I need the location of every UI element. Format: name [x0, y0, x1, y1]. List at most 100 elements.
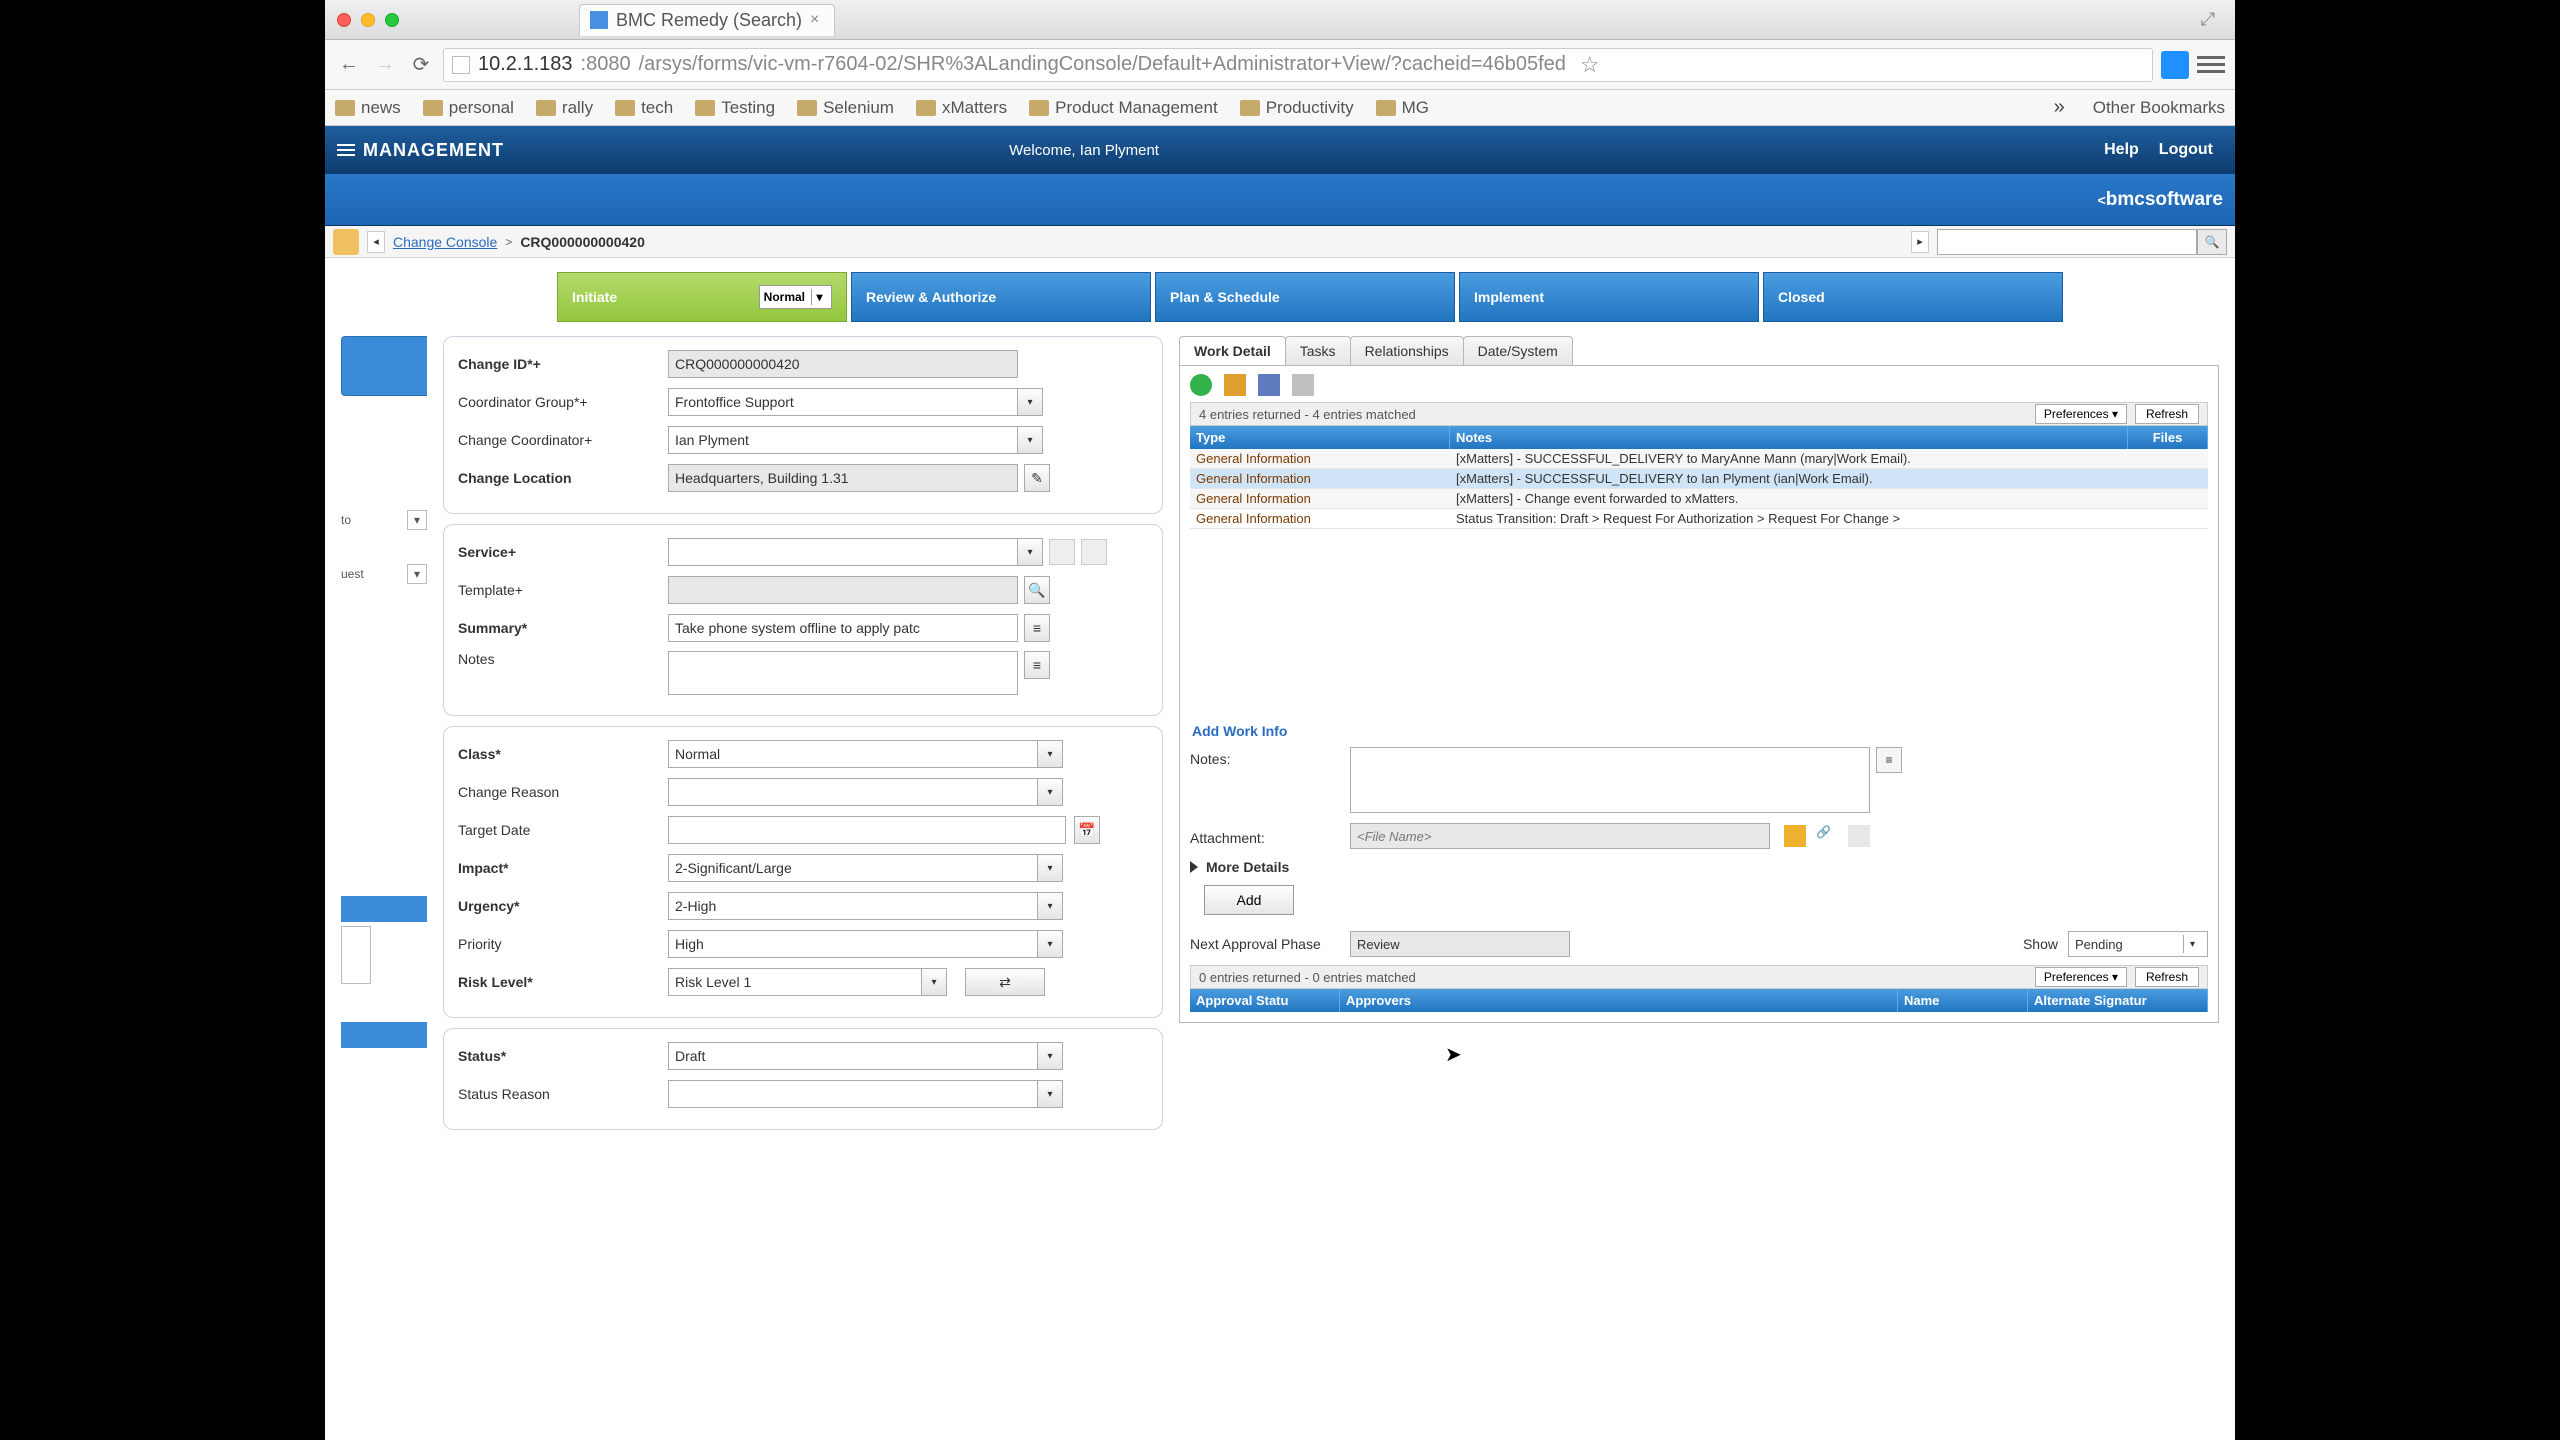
bookmark-item[interactable]: news: [335, 98, 401, 118]
col-approval-status[interactable]: Approval Statu: [1190, 989, 1340, 1012]
preferences-button[interactable]: Preferences ▾: [2035, 404, 2127, 424]
col-alternate-signature[interactable]: Alternate Signatur: [2028, 989, 2208, 1012]
class-select[interactable]: Normal: [668, 740, 1038, 768]
stage-initiate[interactable]: Initiate Normal▾: [557, 272, 847, 322]
browser-tab[interactable]: BMC Remedy (Search) ×: [579, 4, 835, 36]
stage-closed[interactable]: Closed: [1763, 272, 2063, 322]
bookmark-item[interactable]: Productivity: [1240, 98, 1354, 118]
tab-date-system[interactable]: Date/System: [1463, 336, 1573, 365]
preferences-button[interactable]: Preferences ▾: [2035, 967, 2127, 987]
urgency-select[interactable]: 2-High: [668, 892, 1038, 920]
dropdown-button[interactable]: ▾: [1037, 778, 1063, 806]
edit-location-button[interactable]: ✎: [1024, 464, 1050, 492]
dropdown-button[interactable]: ▾: [1017, 426, 1043, 454]
refresh-button[interactable]: Refresh: [2135, 967, 2199, 987]
calendar-button[interactable]: 📅: [1074, 816, 1100, 844]
bookmark-item[interactable]: Testing: [695, 98, 775, 118]
add-icon[interactable]: [1190, 374, 1212, 396]
tab-work-detail[interactable]: Work Detail: [1179, 336, 1286, 365]
leftnav-item[interactable]: [341, 896, 427, 922]
window-expand-icon[interactable]: ⤢: [2201, 9, 2215, 30]
reload-button[interactable]: ⟳: [407, 51, 435, 79]
search-button[interactable]: 🔍: [2197, 229, 2227, 255]
app-menu-icon[interactable]: [337, 144, 355, 156]
notes-field[interactable]: [668, 651, 1018, 695]
breadcrumb-back-button[interactable]: ◂: [367, 231, 385, 253]
window-minimize-button[interactable]: [361, 13, 375, 27]
change-reason-select[interactable]: [668, 778, 1038, 806]
risk-level-select[interactable]: Risk Level 1: [668, 968, 922, 996]
coordinator-group-field[interactable]: Frontoffice Support: [668, 388, 1018, 416]
bookmark-item[interactable]: rally: [536, 98, 593, 118]
status-select[interactable]: Draft: [668, 1042, 1038, 1070]
leftnav-dropdown[interactable]: uest▾: [341, 564, 427, 584]
leftnav-item[interactable]: [341, 336, 427, 396]
browse-file-icon[interactable]: [1784, 825, 1806, 847]
stage-review-authorize[interactable]: Review & Authorize: [851, 272, 1151, 322]
more-details-toggle[interactable]: More Details: [1190, 859, 2208, 875]
bookmark-item[interactable]: personal: [423, 98, 514, 118]
table-row[interactable]: General Information[xMatters] - Change e…: [1190, 489, 2208, 509]
table-row[interactable]: General InformationStatus Transition: Dr…: [1190, 509, 2208, 529]
summary-field[interactable]: Take phone system offline to apply patc: [668, 614, 1018, 642]
help-link[interactable]: Help: [2104, 141, 2139, 159]
breadcrumb-forward-button[interactable]: ▸: [1911, 231, 1929, 253]
info-icon[interactable]: [1081, 539, 1107, 565]
add-button[interactable]: Add: [1204, 885, 1294, 915]
bookmark-item[interactable]: MG: [1376, 98, 1429, 118]
col-type[interactable]: Type: [1190, 426, 1450, 449]
dropdown-button[interactable]: ▾: [1037, 892, 1063, 920]
stage-substatus-select[interactable]: Normal▾: [759, 285, 832, 309]
remove-attachment-icon[interactable]: [1848, 825, 1870, 847]
dropdown-button[interactable]: ▾: [1017, 538, 1043, 566]
col-notes[interactable]: Notes: [1450, 426, 2128, 449]
window-close-button[interactable]: [337, 13, 351, 27]
stage-implement[interactable]: Implement: [1459, 272, 1759, 322]
dropdown-button[interactable]: ▾: [1017, 388, 1043, 416]
window-zoom-button[interactable]: [385, 13, 399, 27]
priority-select[interactable]: High: [668, 930, 1038, 958]
logout-link[interactable]: Logout: [2159, 141, 2213, 159]
edit-icon[interactable]: [1224, 374, 1246, 396]
dropdown-button[interactable]: ▾: [1037, 1080, 1063, 1108]
table-row[interactable]: General Information[xMatters] - SUCCESSF…: [1190, 449, 2208, 469]
impact-select[interactable]: 2-Significant/Large: [668, 854, 1038, 882]
show-filter-select[interactable]: Pending▾: [2068, 931, 2208, 957]
expand-text-button[interactable]: ≡: [1876, 747, 1902, 773]
breadcrumb-link[interactable]: Change Console: [393, 234, 497, 250]
table-row[interactable]: General Information[xMatters] - SUCCESSF…: [1190, 469, 2208, 489]
dropdown-button[interactable]: ▾: [921, 968, 947, 996]
back-button[interactable]: ←: [335, 51, 363, 79]
leftnav-dropdown[interactable]: to▾: [341, 510, 427, 530]
target-date-field[interactable]: [668, 816, 1066, 844]
expand-text-button[interactable]: ≡: [1024, 614, 1050, 642]
bookmark-item[interactable]: xMatters: [916, 98, 1007, 118]
col-approvers[interactable]: Approvers: [1340, 989, 1898, 1012]
tab-close-icon[interactable]: ×: [810, 13, 824, 27]
work-notes-textarea[interactable]: [1350, 747, 1870, 813]
dropdown-button[interactable]: ▾: [1037, 930, 1063, 958]
leftnav-handle[interactable]: [341, 926, 371, 984]
dropdown-button[interactable]: ▾: [1037, 854, 1063, 882]
refresh-button[interactable]: Refresh: [2135, 404, 2199, 424]
report-icon[interactable]: [1292, 374, 1314, 396]
search-input[interactable]: [1937, 229, 2197, 255]
col-name[interactable]: Name: [1898, 989, 2028, 1012]
bookmark-item[interactable]: Selenium: [797, 98, 894, 118]
dropdown-button[interactable]: ▾: [1037, 1042, 1063, 1070]
home-icon[interactable]: [333, 229, 359, 255]
browser-menu-button[interactable]: [2197, 51, 2225, 79]
expand-text-button[interactable]: ≡: [1024, 651, 1050, 679]
bookmark-item[interactable]: tech: [615, 98, 673, 118]
dropdown-button[interactable]: ▾: [1037, 740, 1063, 768]
lookup-icon[interactable]: [1049, 539, 1075, 565]
extension-icon[interactable]: [2161, 51, 2189, 79]
change-coordinator-field[interactable]: Ian Plyment: [668, 426, 1018, 454]
template-lookup-button[interactable]: 🔍: [1024, 576, 1050, 604]
bookmarks-overflow-icon[interactable]: »: [2054, 96, 2065, 119]
leftnav-item[interactable]: [341, 1022, 427, 1048]
other-bookmarks[interactable]: Other Bookmarks: [2087, 98, 2225, 118]
bookmark-item[interactable]: Product Management: [1029, 98, 1218, 118]
view-icon[interactable]: [1258, 374, 1280, 396]
stage-plan-schedule[interactable]: Plan & Schedule: [1155, 272, 1455, 322]
